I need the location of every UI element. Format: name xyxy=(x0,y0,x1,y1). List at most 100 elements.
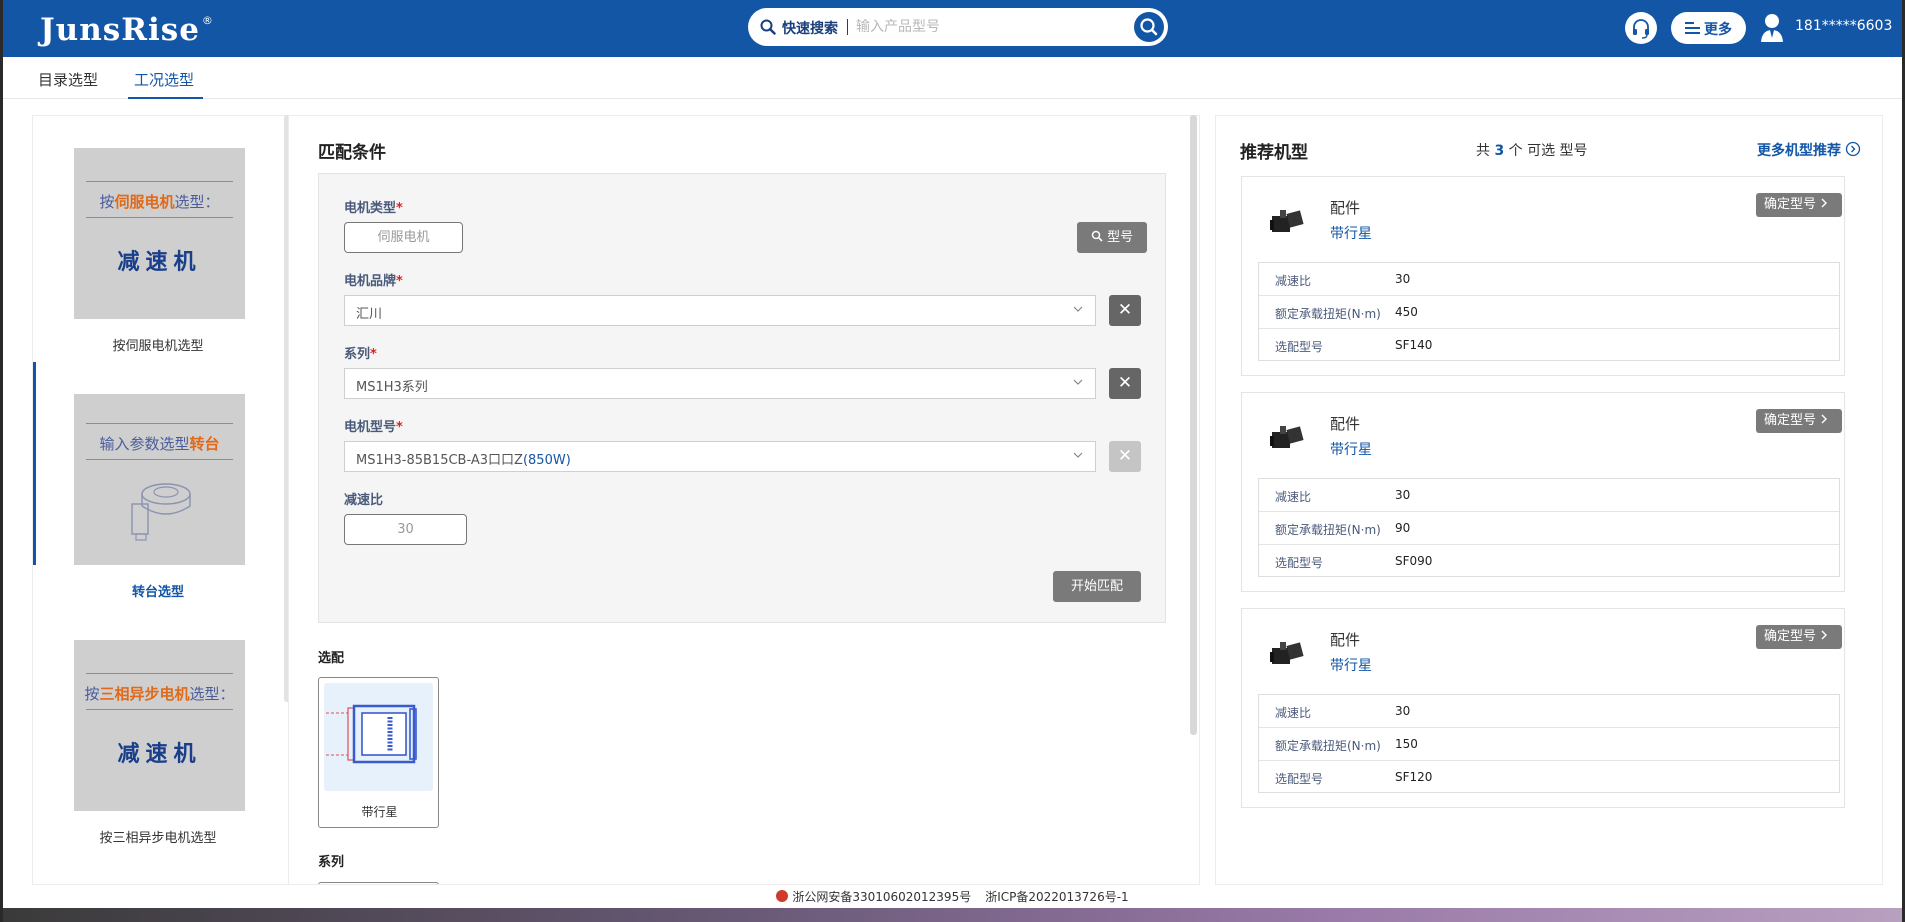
spec-table: 减速比 30 额定承载扭矩(N·m) 90 选配型号 SF090 xyxy=(1258,478,1840,577)
close-icon: ✕ xyxy=(1117,373,1133,393)
recommend-card: 配件 带行星 确定型号 减速比 30 额定承载扭矩(N·m) 450 选配型号 SF1… xyxy=(1241,176,1845,376)
recommend-card: 配件 带行星 确定型号 减速比 30 额定承载扭矩(N·m) 90 选配型号 SF09… xyxy=(1241,392,1845,592)
table-row: 选配型号 SF120 xyxy=(1275,770,1433,786)
chevron-down-icon xyxy=(1073,452,1083,458)
planetary-option-image xyxy=(324,683,433,791)
table-row: 减速比 30 xyxy=(1259,479,1839,512)
active-tab-indicator xyxy=(128,97,203,99)
selection-card-turntable[interactable]: 输入参数选型转台 转台选型 xyxy=(33,362,283,608)
quick-search-bar: 快速搜索 xyxy=(748,8,1168,46)
chevron-down-icon xyxy=(1073,306,1083,312)
motor-type-chip[interactable]: 伺服电机 xyxy=(344,222,463,253)
table-row: 额定承载扭矩(N·m) 450 xyxy=(1259,296,1839,329)
clear-brand-button[interactable]: ✕ xyxy=(1109,295,1141,326)
series-select[interactable]: MS1H3系列 xyxy=(344,368,1096,399)
chevron-down-icon xyxy=(1073,379,1083,385)
turntable-image-text: 输入参数选型转台 xyxy=(99,435,220,453)
user-account-name[interactable]: 181*****6603 xyxy=(1795,18,1892,34)
headset-icon xyxy=(1633,19,1649,39)
option-card-planetary[interactable]: 带行星 xyxy=(318,677,439,828)
model-button-label: 型号 xyxy=(1107,230,1134,245)
window-left-edge xyxy=(0,0,3,922)
series-value: MS1H3系列 xyxy=(356,380,428,395)
motor-model-value: MS1H3-85B15CB-A3口口Z(850W) xyxy=(356,453,571,468)
motor-model-select[interactable]: MS1H3-85B15CB-A3口口Z(850W) xyxy=(344,441,1096,472)
more-recommendations-link[interactable]: 更多机型推荐 xyxy=(1757,140,1841,160)
series-section-title: 系列 xyxy=(318,855,345,870)
police-emblem-icon xyxy=(776,890,789,902)
search-icon xyxy=(760,19,776,35)
selection-type-list: 按伺服电机选型： 减速机 按伺服电机选型 输入参数选型转台 转台选型 按三相异步… xyxy=(32,115,292,885)
motor-brand-label: 电机品牌* xyxy=(344,274,403,289)
options-title: 选配 xyxy=(318,651,345,666)
table-row: 额定承载扭矩(N·m) 150 xyxy=(1259,728,1839,761)
middle-scrollbar[interactable] xyxy=(1190,115,1197,735)
reduction-ratio-label: 减速比 xyxy=(344,493,384,508)
async-image-title: 减速机 xyxy=(117,742,202,767)
async-reducer-image: 按三相异步电机选型： 减速机 xyxy=(74,640,245,811)
servo-image-title: 减速机 xyxy=(117,250,202,275)
card-kind: 配件 xyxy=(1330,199,1361,217)
search-input[interactable] xyxy=(856,14,1106,40)
search-icon xyxy=(1091,230,1103,242)
chevron-right-icon xyxy=(1821,630,1828,640)
site-footer: 浙公网安备33010602012395号 浙ICP备2022013726号-1 xyxy=(0,888,1905,905)
close-icon: ✕ xyxy=(1117,446,1133,466)
clear-motor-model-button[interactable]: ✕ xyxy=(1109,441,1141,472)
quick-search-label: 快速搜索 xyxy=(782,21,838,37)
option-caption: 带行星 xyxy=(361,805,398,819)
top-header: JunsRise® 快速搜索 更多 181*****6603 xyxy=(0,0,1905,57)
series-option-card[interactable] xyxy=(318,882,439,884)
motor-brand-select[interactable]: 汇川 xyxy=(344,295,1096,326)
reducer-thumbnail-icon xyxy=(1270,426,1304,448)
selection-mode-tabs: 目录选型 工况选型 xyxy=(0,57,1905,99)
selection-card-servo[interactable]: 按伺服电机选型： 减速机 按伺服电机选型 xyxy=(33,116,283,362)
more-menu-button[interactable]: 更多 xyxy=(1671,12,1746,44)
active-card-marker xyxy=(33,362,36,565)
card-kind: 配件 xyxy=(1330,415,1361,433)
brand-logo[interactable]: JunsRise ® xyxy=(40,12,214,48)
turntable-drawing-icon xyxy=(131,483,191,541)
start-match-button[interactable]: 开始匹配 xyxy=(1053,571,1141,602)
tab-condition-selection[interactable]: 工况选型 xyxy=(134,69,194,90)
planetary-reducer-icon xyxy=(326,704,417,764)
recommended-models-panel: 推荐机型 共 3 个 可选 型号 更多机型推荐 配件 带行星 确定型号 减速比 3… xyxy=(1215,115,1883,885)
chevron-right-icon xyxy=(1821,414,1828,424)
motor-type-label: 电机类型* xyxy=(344,201,403,216)
table-row: 选配型号 SF140 xyxy=(1275,338,1433,354)
series-label: 系列* xyxy=(344,347,377,362)
motor-model-label: 电机型号* xyxy=(344,420,403,435)
search-icon xyxy=(1140,18,1158,36)
confirm-model-button[interactable]: 确定型号 xyxy=(1756,625,1842,649)
servo-reducer-image: 按伺服电机选型： 减速机 xyxy=(74,148,245,319)
reducer-thumbnail-icon xyxy=(1270,642,1304,664)
recommended-title: 推荐机型 xyxy=(1240,143,1308,163)
search-submit-button[interactable] xyxy=(1134,12,1164,42)
servo-card-caption: 按伺服电机选型 xyxy=(112,339,204,354)
police-record-link[interactable]: 浙公网安备33010602012395号 xyxy=(792,890,971,904)
chevron-right-icon xyxy=(1821,198,1828,208)
chevron-right-circle-icon[interactable] xyxy=(1845,141,1861,157)
selection-card-async-motor[interactable]: 按三相异步电机选型： 减速机 按三相异步电机选型 xyxy=(33,608,283,854)
close-icon: ✕ xyxy=(1117,300,1133,320)
customer-service-button[interactable] xyxy=(1625,12,1657,44)
more-label: 更多 xyxy=(1704,22,1732,38)
tab-catalog-selection[interactable]: 目录选型 xyxy=(38,69,98,90)
confirm-model-button[interactable]: 确定型号 xyxy=(1756,409,1842,433)
confirm-model-button[interactable]: 确定型号 xyxy=(1756,193,1842,217)
turntable-card-caption: 转台选型 xyxy=(131,585,184,600)
user-avatar-icon[interactable] xyxy=(1760,12,1784,42)
table-row: 选配型号 SF090 xyxy=(1275,554,1433,570)
model-search-button[interactable]: 型号 xyxy=(1077,222,1147,253)
reduction-ratio-input[interactable]: 30 xyxy=(344,514,467,545)
icp-record-link[interactable]: 浙ICP备2022013726号-1 xyxy=(985,890,1128,904)
async-card-caption: 按三相异步电机选型 xyxy=(99,831,217,846)
turntable-image: 输入参数选型转台 xyxy=(74,394,245,565)
card-subtype: 带行星 xyxy=(1330,442,1372,458)
menu-icon xyxy=(1685,22,1700,34)
table-row: 减速比 30 xyxy=(1259,263,1839,296)
card-subtype: 带行星 xyxy=(1330,226,1372,242)
spec-table: 减速比 30 额定承载扭矩(N·m) 150 选配型号 SF120 xyxy=(1258,694,1840,793)
servo-image-text: 按伺服电机选型： xyxy=(99,193,220,211)
clear-series-button[interactable]: ✕ xyxy=(1109,368,1141,399)
